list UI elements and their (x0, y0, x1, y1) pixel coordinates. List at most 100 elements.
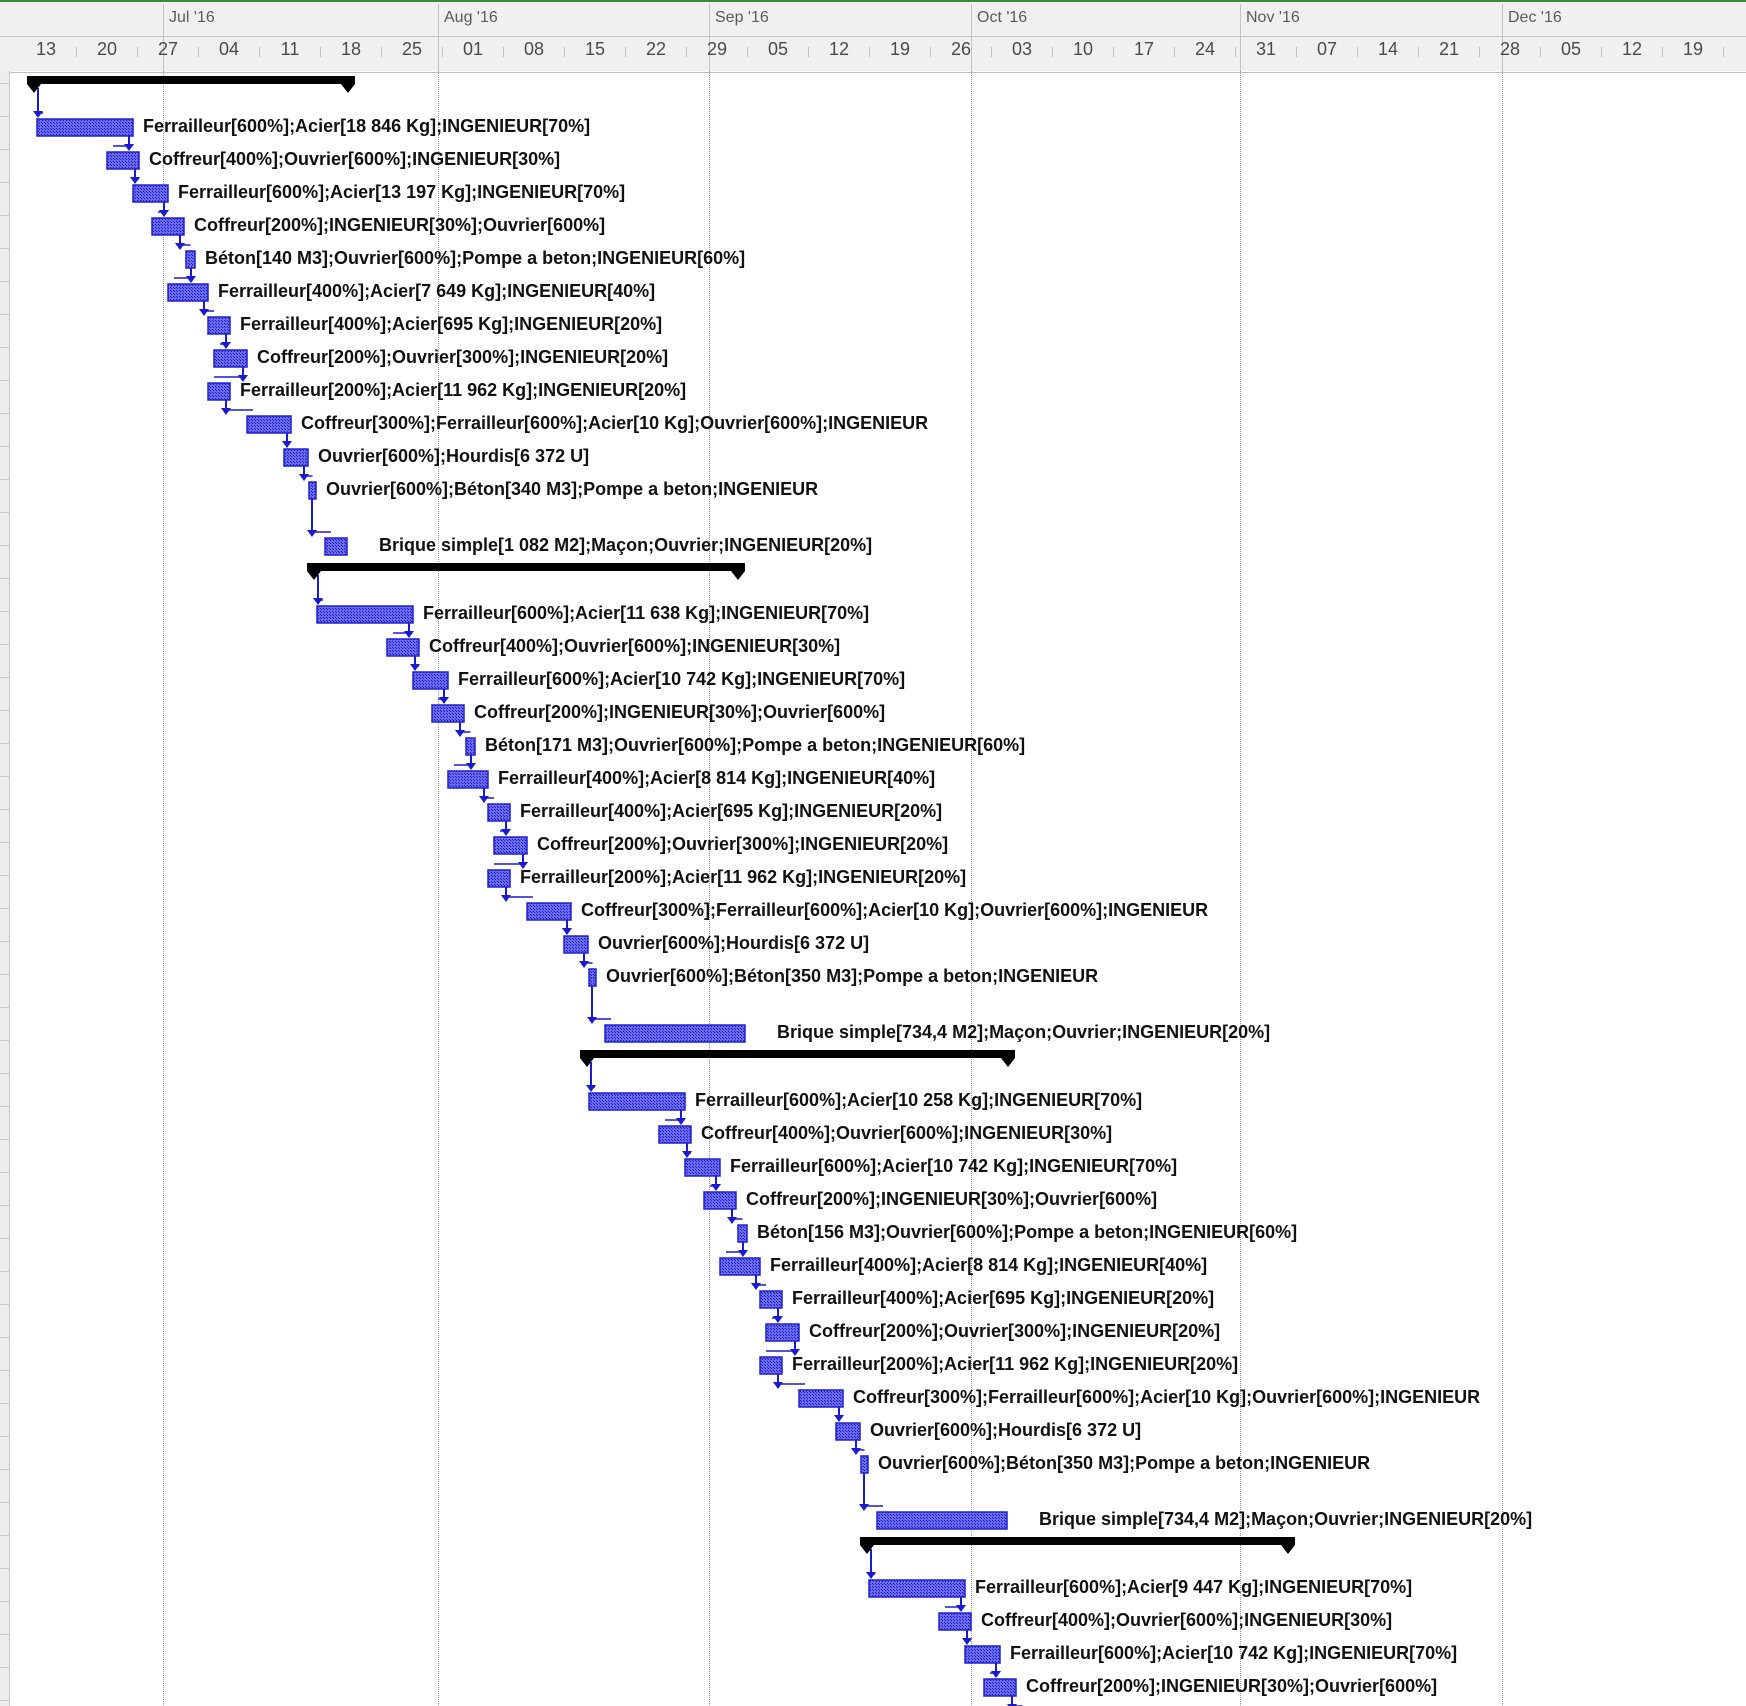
summary-bar-end-cap (1281, 1545, 1295, 1554)
task-bar (465, 737, 476, 756)
dependency-arrow (186, 276, 196, 283)
task-resource-label: Coffreur[200%];INGENIEUR[30%];Ouvrier[60… (474, 702, 886, 722)
dependency-arrow (307, 530, 317, 537)
dependency-arrow (410, 664, 420, 671)
task-bar (246, 415, 292, 434)
task-bar (604, 1024, 746, 1043)
task-resource-label: Coffreur[200%];INGENIEUR[30%];Ouvrier[60… (194, 215, 606, 235)
task-resource-label: Coffreur[200%];Ouvrier[300%];INGENIEUR[2… (257, 347, 669, 367)
task-resource-label: Coffreur[200%];Ouvrier[300%];INGENIEUR[2… (809, 1321, 1221, 1341)
task-bar (684, 1158, 721, 1177)
dependency-arrow (299, 474, 309, 481)
task-bar (588, 1092, 686, 1111)
task-resource-label: Coffreur[400%];Ouvrier[600%];INGENIEUR[3… (149, 149, 561, 169)
task-bar (658, 1125, 692, 1144)
task-bar (106, 151, 140, 170)
dependency-arrow (956, 1605, 966, 1612)
task-bar (386, 638, 420, 657)
task-bar (588, 968, 597, 987)
task-bar (487, 869, 511, 888)
task-bar (447, 770, 489, 789)
task-resource-label: Brique simple[1 082 M2];Maçon;Ouvrier;IN… (379, 535, 873, 555)
task-resource-label: Brique simple[734,4 M2];Maçon;Ouvrier;IN… (777, 1022, 1271, 1042)
task-resource-label: Ferrailleur[400%];Acier[695 Kg];INGENIEU… (520, 801, 943, 821)
task-resource-label: Ouvrier[600%];Hourdis[6 372 U] (870, 1420, 1142, 1440)
task-resource-label: Ferrailleur[200%];Acier[11 962 Kg];INGEN… (792, 1354, 1239, 1374)
task-bar (431, 704, 465, 723)
task-bar (983, 1678, 1017, 1697)
task-resource-label: Brique simple[734,4 M2];Maçon;Ouvrier;IN… (1039, 1509, 1533, 1529)
dependency-arrow (439, 697, 449, 704)
dependency-arrow (221, 342, 231, 349)
dependency-arrow (834, 1415, 844, 1422)
gantt-chart: Jul '16 Aug '16 Sep '16 Oct '16 Nov '16 Dec '… (0, 0, 1746, 1706)
dependency-arrow (682, 1151, 692, 1158)
task-resource-label: Ferrailleur[600%];Acier[10 742 Kg];INGEN… (458, 669, 906, 689)
summary-bar-end-cap (1001, 1058, 1015, 1067)
task-bar (765, 1323, 800, 1342)
dependency-arrow (124, 144, 134, 151)
dependency-arrow (404, 631, 414, 638)
task-resource-label: Ferrailleur[200%];Acier[11 962 Kg];INGEN… (240, 380, 687, 400)
task-bar (876, 1511, 1008, 1530)
task-bar (868, 1579, 966, 1598)
dependency-arrow (130, 177, 140, 184)
task-bar (412, 671, 449, 690)
summary-bar-end-cap (731, 571, 745, 580)
dependency-arrow (159, 210, 169, 217)
task-resource-label: Coffreur[400%];Ouvrier[600%];INGENIEUR[3… (981, 1610, 1393, 1630)
task-bar (316, 605, 414, 624)
dependency-arrow (479, 796, 489, 803)
task-resource-label: Ouvrier[600%];Hourdis[6 372 U] (318, 446, 590, 466)
task-resource-label: Ferrailleur[600%];Acier[13 197 Kg];INGEN… (178, 182, 626, 202)
dependency-arrow (751, 1283, 761, 1290)
task-bar (964, 1645, 1001, 1664)
task-bar (151, 217, 185, 236)
task-bar (563, 935, 589, 954)
task-bar (487, 803, 511, 822)
dependency-arrow (866, 1572, 876, 1579)
dependency-arrow (851, 1448, 861, 1455)
dependency-arrow (991, 1671, 1001, 1678)
task-resource-label: Ferrailleur[600%];Acier[9 447 Kg];INGENI… (975, 1577, 1413, 1597)
summary-bar (307, 563, 745, 571)
task-bar (324, 537, 348, 556)
task-bar (283, 448, 309, 467)
dependency-arrow (676, 1118, 686, 1125)
task-bar (493, 836, 528, 855)
task-resource-label: Ouvrier[600%];Béton[350 M3];Pompe a beto… (878, 1453, 1371, 1473)
task-bar (798, 1389, 844, 1408)
task-bar (526, 902, 572, 921)
task-resource-label: Ferrailleur[600%];Acier[18 846 Kg];INGEN… (143, 116, 591, 136)
dependency-arrow (711, 1184, 721, 1191)
dependency-arrow (501, 829, 511, 836)
dependency-arrow (962, 1638, 972, 1645)
task-bar (207, 382, 231, 401)
dependency-arrow (455, 730, 465, 737)
task-resource-label: Ouvrier[600%];Béton[340 M3];Pompe a beto… (326, 479, 819, 499)
task-resource-label: Coffreur[200%];INGENIEUR[30%];Ouvrier[60… (1026, 1676, 1438, 1696)
task-bar (860, 1455, 869, 1474)
task-resource-label: Ferrailleur[600%];Acier[10 258 Kg];INGEN… (695, 1090, 1143, 1110)
task-resource-label: Ferrailleur[400%];Acier[695 Kg];INGENIEU… (240, 314, 663, 334)
task-bar (207, 316, 231, 335)
task-resource-label: Coffreur[400%];Ouvrier[600%];INGENIEUR[3… (429, 636, 841, 656)
task-bar (737, 1224, 748, 1243)
dependency-arrow (282, 441, 292, 448)
task-bar (213, 349, 248, 368)
task-resource-label: Ouvrier[600%];Hourdis[6 372 U] (598, 933, 870, 953)
task-resource-label: Ferrailleur[600%];Acier[11 638 Kg];INGEN… (423, 603, 870, 623)
task-resource-label: Béton[156 M3];Ouvrier[600%];Pompe a beto… (757, 1222, 1298, 1242)
task-resource-label: Coffreur[300%];Ferrailleur[600%];Acier[1… (301, 413, 929, 433)
dependency-arrow (221, 408, 231, 415)
task-resource-label: Ferrailleur[400%];Acier[8 814 Kg];INGENI… (770, 1255, 1208, 1275)
dependency-arrow (33, 111, 43, 118)
task-resource-label: Ferrailleur[600%];Acier[10 742 Kg];INGEN… (730, 1156, 1178, 1176)
task-bar (703, 1191, 737, 1210)
task-bar (759, 1290, 783, 1309)
task-resource-label: Béton[140 M3];Ouvrier[600%];Pompe a beto… (205, 248, 746, 268)
dependency-arrow (501, 895, 511, 902)
task-bar (719, 1257, 761, 1276)
summary-bar (860, 1537, 1295, 1545)
dependency-arrow (579, 961, 589, 968)
